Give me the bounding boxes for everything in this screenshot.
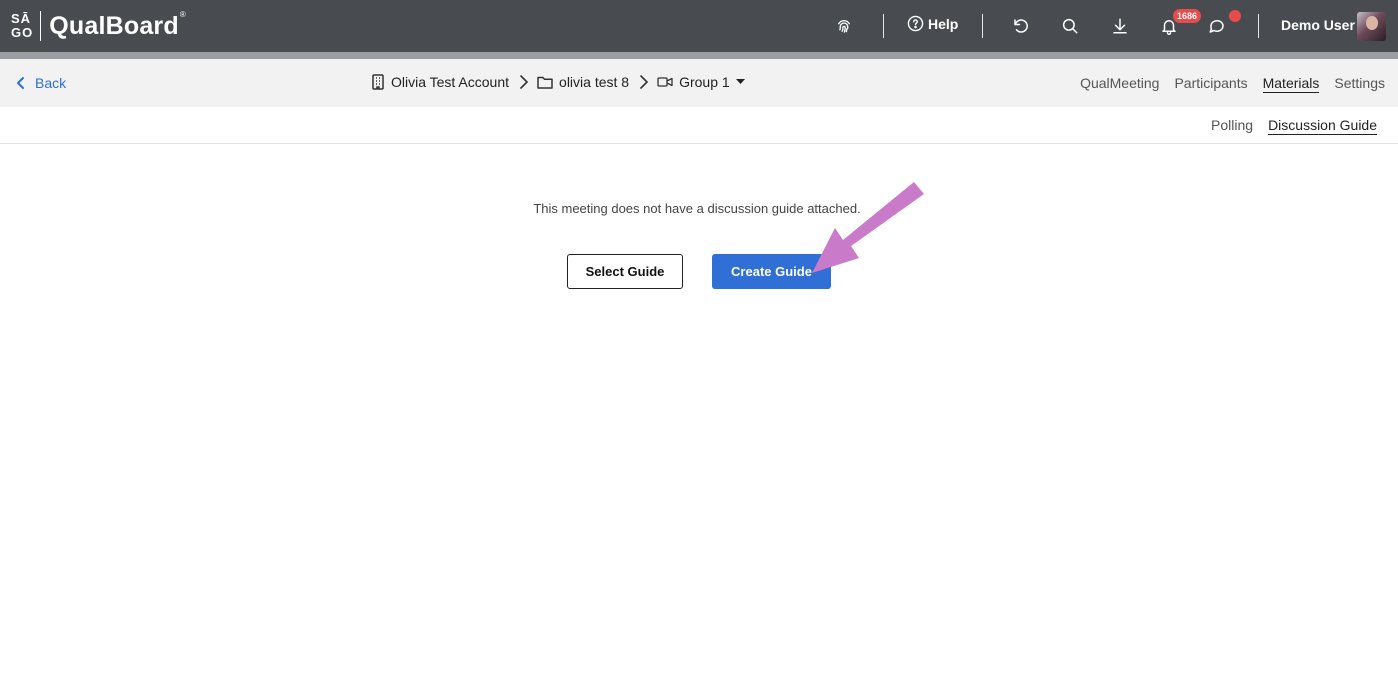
chat-unread-dot <box>1229 10 1241 22</box>
breadcrumb-group[interactable]: Group 1 <box>657 74 745 90</box>
logo-divider <box>40 11 42 41</box>
avatar[interactable] <box>1357 12 1386 41</box>
top-bar: SĀ GO QualBoard ® Help 1686 Demo User <box>0 0 1398 52</box>
help-link[interactable]: Help <box>907 15 958 32</box>
sago-logo: SĀ GO <box>11 12 33 40</box>
chevron-right-icon <box>640 75 649 89</box>
chevron-right-icon <box>520 75 529 89</box>
chat-icon[interactable] <box>1205 14 1229 38</box>
undo-icon[interactable] <box>1009 14 1033 38</box>
help-label: Help <box>928 15 959 32</box>
registered-mark: ® <box>179 9 186 19</box>
sub-nav: Back Olivia Test Account olivia test 8 G… <box>0 59 1398 107</box>
chevron-left-icon <box>17 77 24 89</box>
divider <box>0 143 1398 144</box>
tab-discussion-guide[interactable]: Discussion Guide <box>1268 117 1377 135</box>
breadcrumb-label: Olivia Test Account <box>391 74 510 90</box>
nav-materials[interactable]: Materials <box>1262 75 1320 93</box>
topbar-divider <box>883 14 884 38</box>
breadcrumb: Olivia Test Account olivia test 8 Group … <box>371 74 745 90</box>
fingerprint-icon[interactable] <box>832 14 856 38</box>
nav-participants[interactable]: Participants <box>1174 75 1247 93</box>
building-icon <box>372 74 384 90</box>
topbar-divider <box>1258 14 1259 38</box>
topbar-divider <box>982 14 983 38</box>
topbar-shadow <box>0 52 1398 59</box>
nav-qualmeeting[interactable]: QualMeeting <box>1080 75 1159 93</box>
app-logo[interactable]: SĀ GO QualBoard ® <box>11 8 186 44</box>
caret-down-icon <box>735 79 745 84</box>
back-label: Back <box>35 75 67 91</box>
logo-top-text: SĀ <box>11 11 32 26</box>
breadcrumb-label: olivia test 8 <box>559 74 630 90</box>
nav-settings[interactable]: Settings <box>1334 75 1385 93</box>
breadcrumb-account[interactable]: Olivia Test Account <box>371 74 509 90</box>
download-icon[interactable] <box>1108 14 1132 38</box>
tab-polling[interactable]: Polling <box>1211 117 1253 135</box>
project-nav: QualMeeting Participants Materials Setti… <box>1080 75 1385 93</box>
folder-icon <box>537 76 553 89</box>
notifications-badge: 1686 <box>1173 9 1202 23</box>
empty-state-message: This meeting does not have a discussion … <box>533 201 861 216</box>
help-icon <box>907 15 924 32</box>
back-button[interactable]: Back <box>15 75 66 91</box>
logo-bottom-text: GO <box>11 25 34 40</box>
app-name: QualBoard <box>49 11 179 40</box>
breadcrumb-label: Group 1 <box>679 74 730 90</box>
select-guide-button[interactable]: Select Guide <box>567 254 683 289</box>
materials-tabs: Polling Discussion Guide <box>1211 117 1377 135</box>
breadcrumb-project[interactable]: olivia test 8 <box>537 74 629 90</box>
search-icon[interactable] <box>1058 14 1082 38</box>
user-name[interactable]: Demo User <box>1281 17 1355 33</box>
annotation-arrow-icon <box>812 182 924 273</box>
video-icon <box>657 77 673 87</box>
